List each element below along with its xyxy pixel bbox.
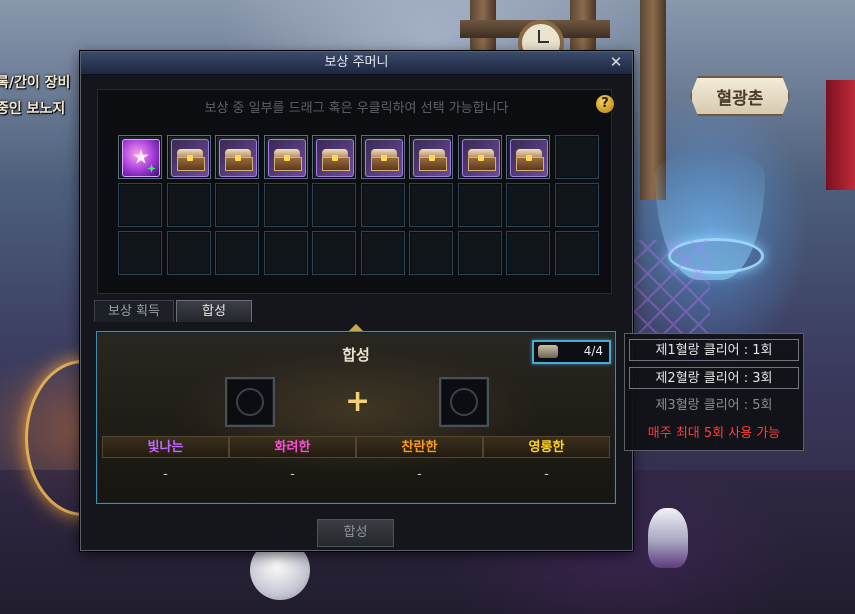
inventory-slot[interactable] bbox=[360, 231, 405, 275]
inventory-slot[interactable] bbox=[554, 135, 599, 179]
town-sign[interactable]: 혈광촌 bbox=[690, 76, 790, 116]
treasure-box-icon bbox=[413, 139, 451, 177]
treasure-box-icon bbox=[316, 139, 354, 177]
red-curtain bbox=[826, 80, 855, 190]
tab-reward[interactable]: 보상 획득 bbox=[94, 300, 174, 322]
counter-value: 4/4 bbox=[583, 344, 603, 358]
inventory-slot[interactable] bbox=[360, 183, 405, 227]
empty-slot-icon bbox=[450, 388, 478, 416]
inventory-slot[interactable] bbox=[312, 183, 356, 227]
inventory-slot[interactable] bbox=[457, 231, 502, 275]
inventory-slot[interactable] bbox=[263, 135, 308, 179]
synthesis-panel: 합성 4/4 + 빛나는 - 화려한 - 찬란한 - 영롱한 - bbox=[96, 331, 616, 504]
inventory-slot[interactable] bbox=[554, 231, 599, 275]
inventory-slot[interactable] bbox=[263, 231, 308, 275]
clear-count-tooltip: 제1혈랑 클리어 : 1회제2혈랑 클리어 : 3회제3혈랑 클리어 : 5회매… bbox=[624, 333, 804, 451]
inventory-slot[interactable] bbox=[118, 183, 162, 227]
rank-header: 빛나는 bbox=[102, 436, 229, 458]
rank-header: 화려한 bbox=[229, 436, 356, 458]
inventory-slot[interactable] bbox=[312, 135, 356, 179]
tab-synthesis[interactable]: 합성 bbox=[176, 300, 252, 322]
inventory-slot[interactable] bbox=[409, 183, 453, 227]
inventory-slot[interactable] bbox=[409, 135, 453, 179]
inventory-slot[interactable] bbox=[166, 135, 211, 179]
inventory-slot[interactable] bbox=[506, 231, 550, 275]
inventory-slot[interactable] bbox=[166, 231, 211, 275]
rank-header: 영롱한 bbox=[483, 436, 610, 458]
material-slot-1[interactable] bbox=[225, 377, 275, 427]
inventory-slot[interactable] bbox=[360, 135, 405, 179]
inventory-slot[interactable] bbox=[215, 135, 259, 179]
inventory-slot[interactable] bbox=[215, 183, 259, 227]
tooltip-row: 제3혈랑 클리어 : 5회 bbox=[655, 398, 773, 413]
rank-value: - bbox=[544, 467, 549, 482]
inventory-slot[interactable] bbox=[554, 183, 599, 227]
rank-header: 찬란한 bbox=[356, 436, 483, 458]
hint-text: 보상 중 일부를 드래그 혹은 우클릭하여 선택 가능합니다 bbox=[204, 101, 509, 116]
inventory-slot[interactable] bbox=[215, 231, 259, 275]
treasure-box-icon bbox=[461, 139, 500, 177]
inventory-slot[interactable] bbox=[118, 135, 162, 179]
inventory-slot[interactable] bbox=[263, 183, 308, 227]
plus-icon: + bbox=[345, 384, 371, 419]
rank-value: - bbox=[417, 467, 422, 482]
inventory-slot[interactable] bbox=[118, 231, 162, 275]
treasure-box-icon bbox=[267, 139, 306, 177]
reward-pouch-window: 보상 주머니 ✕ 보상 중 일부를 드래그 혹은 우클릭하여 선택 가능합니다 … bbox=[80, 51, 633, 551]
close-icon[interactable]: ✕ bbox=[608, 54, 624, 70]
treasure-box-icon bbox=[219, 139, 257, 177]
tooltip-row: 제1혈랑 클리어 : 1회 bbox=[629, 339, 799, 361]
treasure-box-icon bbox=[510, 139, 548, 177]
special-item-icon bbox=[122, 139, 160, 177]
treasure-box-icon bbox=[170, 139, 209, 177]
help-icon[interactable]: ? bbox=[596, 95, 614, 113]
tooltip-row: 매주 최대 5회 사용 가능 bbox=[647, 426, 781, 441]
inventory-slot[interactable] bbox=[409, 231, 453, 275]
rank-value: - bbox=[163, 467, 168, 482]
synthesis-counter[interactable]: 4/4 bbox=[532, 340, 611, 364]
player-character[interactable] bbox=[648, 508, 688, 568]
inventory-slot[interactable] bbox=[457, 135, 502, 179]
synthesize-button[interactable]: 합성 bbox=[317, 519, 394, 547]
inventory-slot[interactable] bbox=[312, 231, 356, 275]
rank-table: 빛나는 - 화려한 - 찬란한 - 영롱한 - bbox=[102, 436, 610, 491]
inventory-slot[interactable] bbox=[166, 183, 211, 227]
inventory-slot[interactable] bbox=[506, 183, 550, 227]
ticket-icon bbox=[538, 345, 558, 358]
material-slot-2[interactable] bbox=[439, 377, 489, 427]
window-title: 보상 주머니 bbox=[324, 55, 389, 70]
npc-label-line2: 중인 보노지 bbox=[0, 101, 66, 117]
tooltip-row: 제2혈랑 클리어 : 3회 bbox=[629, 367, 799, 389]
window-titlebar[interactable]: 보상 주머니 ✕ bbox=[81, 52, 632, 75]
inventory-slot[interactable] bbox=[457, 183, 502, 227]
rank-value: - bbox=[290, 467, 295, 482]
npc-label-line1: 록/간이 장비 bbox=[0, 75, 71, 91]
inventory-slot[interactable] bbox=[506, 135, 550, 179]
treasure-box-icon bbox=[364, 139, 403, 177]
empty-slot-icon bbox=[236, 388, 264, 416]
